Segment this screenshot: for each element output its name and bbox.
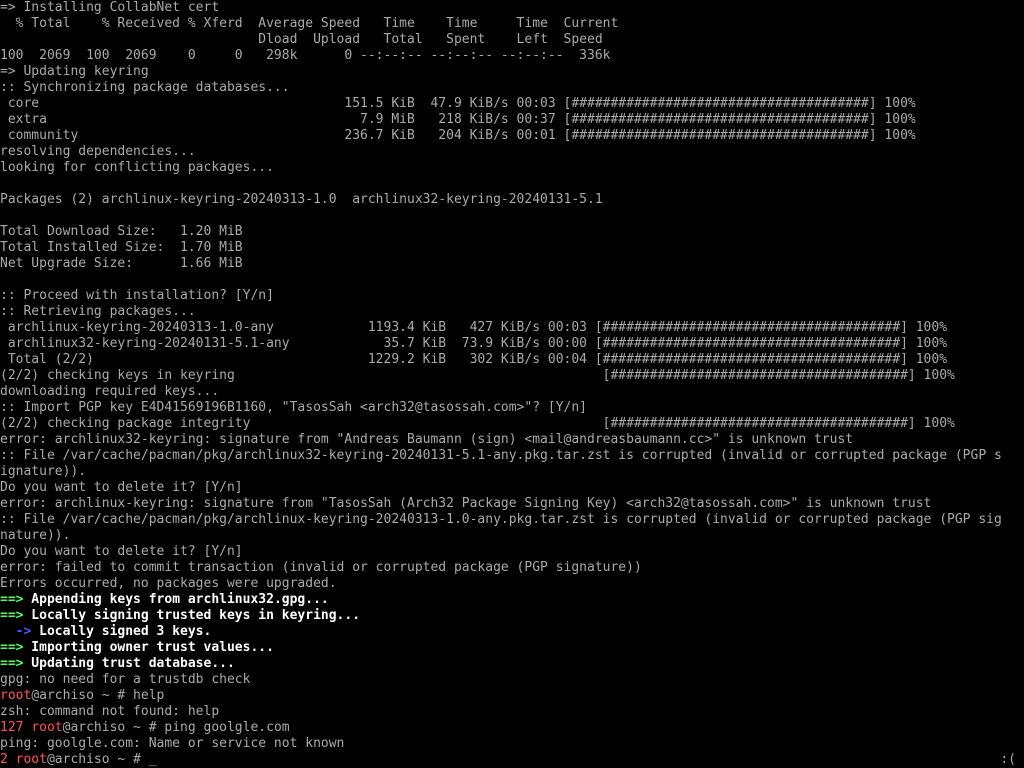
terminal-line: (2/2) checking keys in keyring [########… [0, 368, 955, 383]
terminal-line: :: File /var/cache/pacman/pkg/archlinux-… [0, 512, 1002, 527]
terminal-line: :: Synchronizing package databases... [0, 80, 290, 95]
terminal-line: :: File /var/cache/pacman/pkg/archlinux3… [0, 448, 1002, 463]
terminal-line: error: archlinux32-keyring: signature fr… [0, 432, 854, 447]
prompt-current[interactable]: 2 root@archiso ~ # _ [0, 752, 1024, 768]
terminal-line: (2/2) checking package integrity [######… [0, 416, 955, 431]
terminal-line: Dload Upload Total Spent Left Speed [0, 32, 603, 47]
gpg-note: gpg: no need for a trustdb check [0, 672, 251, 687]
terminal-line: ignature)). [0, 464, 87, 479]
cursor: _ [148, 752, 157, 767]
gpg-step-trust: ==> Updating trust database... [0, 656, 235, 671]
exit-status-indicator: :( [1000, 752, 1016, 767]
terminal-line: downloading required keys... [0, 384, 220, 399]
terminal-line: => Installing CollabNet cert [0, 0, 220, 15]
terminal-line: Errors occurred, no packages were upgrad… [0, 576, 337, 591]
terminal-line: archlinux32-keyring-20240131-5.1-any 35.… [0, 336, 948, 351]
ping-error: ping: goolgle.com: Name or service not k… [0, 736, 345, 751]
terminal-line: % Total % Received % Xferd Average Speed… [0, 16, 619, 31]
terminal-line: Do you want to delete it? [Y/n] [0, 480, 243, 495]
gpg-step-sign: ==> Locally signing trusted keys in keyr… [0, 608, 361, 623]
terminal-line: error: failed to commit transaction (inv… [0, 560, 642, 575]
terminal-line: :: Retrieving packages... [0, 304, 196, 319]
terminal-line: resolving dependencies... [0, 144, 196, 159]
terminal-line: 100 2069 100 2069 0 0 298k 0 --:--:-- --… [0, 48, 611, 63]
terminal-line: Total Installed Size: 1.70 MiB [0, 240, 243, 255]
gpg-step-owner: ==> Importing owner trust values... [0, 640, 274, 655]
terminal-line: archlinux-keyring-20240313-1.0-any 1193.… [0, 320, 948, 335]
gpg-step-append: ==> Appending keys from archlinux32.gpg.… [0, 592, 329, 607]
terminal-line: extra 7.9 MiB 218 KiB/s 00:37 [#########… [0, 112, 916, 127]
terminal-line: nature)). [0, 528, 71, 543]
terminal-line: looking for conflicting packages... [0, 160, 274, 175]
terminal-line: Net Upgrade Size: 1.66 MiB [0, 256, 243, 271]
terminal-window[interactable]: => Installing CollabNet cert % Total % R… [0, 0, 1024, 768]
terminal-line: Total Download Size: 1.20 MiB [0, 224, 243, 239]
terminal-line: error: archlinux-keyring: signature from… [0, 496, 932, 511]
terminal-line: community 236.7 KiB 204 KiB/s 00:01 [###… [0, 128, 916, 143]
prompt-ping: 127 root@archiso ~ # ping goolgle.com [0, 720, 290, 735]
terminal-line: :: Proceed with installation? [Y/n] [0, 288, 274, 303]
gpg-step-signed: -> Locally signed 3 keys. [0, 624, 212, 639]
terminal-line: Do you want to delete it? [Y/n] [0, 544, 243, 559]
terminal-line: :: Import PGP key E4D41569196B1160, "Tas… [0, 400, 587, 415]
terminal-line: => Updating keyring [0, 64, 149, 79]
zsh-error: zsh: command not found: help [0, 704, 220, 719]
terminal-line: Packages (2) archlinux-keyring-20240313-… [0, 192, 603, 207]
terminal-line: core 151.5 KiB 47.9 KiB/s 00:03 [#######… [0, 96, 916, 111]
terminal-line: Total (2/2) 1229.2 KiB 302 KiB/s 00:04 [… [0, 352, 948, 367]
prompt-help: root@archiso ~ # help [0, 688, 165, 703]
